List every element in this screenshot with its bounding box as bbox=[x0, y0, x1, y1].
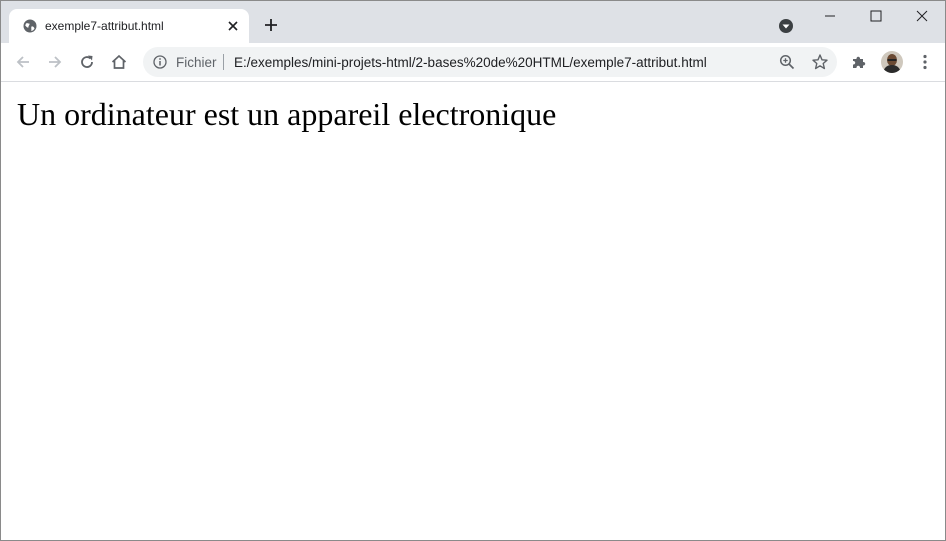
tab-strip: exemple7-attribut.html bbox=[1, 1, 945, 43]
browser-window: exemple7-attribut.html Fichier E:/exempl… bbox=[0, 0, 946, 541]
close-icon[interactable] bbox=[225, 18, 241, 34]
back-arrow-icon[interactable] bbox=[11, 50, 35, 74]
plus-icon[interactable] bbox=[261, 15, 281, 35]
url-text[interactable]: E:/exemples/mini-projets-html/2-bases%20… bbox=[234, 55, 707, 70]
tab-active[interactable]: exemple7-attribut.html bbox=[9, 9, 249, 43]
info-icon[interactable] bbox=[153, 55, 167, 69]
page-content: Un ordinateur est un appareil electroniq… bbox=[1, 82, 945, 540]
minimize-icon[interactable] bbox=[807, 5, 853, 27]
avatar[interactable] bbox=[881, 51, 903, 73]
forward-arrow-icon[interactable] bbox=[43, 50, 67, 74]
zoom-icon[interactable] bbox=[779, 54, 795, 70]
star-icon[interactable] bbox=[811, 53, 829, 71]
close-icon[interactable] bbox=[899, 5, 945, 27]
reload-icon[interactable] bbox=[75, 50, 99, 74]
page-paragraph: Un ordinateur est un appareil electroniq… bbox=[17, 96, 557, 132]
address-bar[interactable]: Fichier E:/exemples/mini-projets-html/2-… bbox=[143, 47, 837, 77]
kebab-menu-icon[interactable] bbox=[913, 50, 937, 74]
security-label[interactable]: Fichier bbox=[176, 55, 217, 70]
divider bbox=[223, 54, 224, 70]
tab-title: exemple7-attribut.html bbox=[45, 19, 164, 33]
maximize-icon[interactable] bbox=[853, 5, 899, 27]
home-icon[interactable] bbox=[107, 50, 131, 74]
globe-icon bbox=[23, 19, 37, 33]
puzzle-icon[interactable] bbox=[847, 50, 871, 74]
toolbar: Fichier E:/exemples/mini-projets-html/2-… bbox=[1, 43, 945, 82]
tab-search-icon[interactable] bbox=[777, 17, 795, 35]
